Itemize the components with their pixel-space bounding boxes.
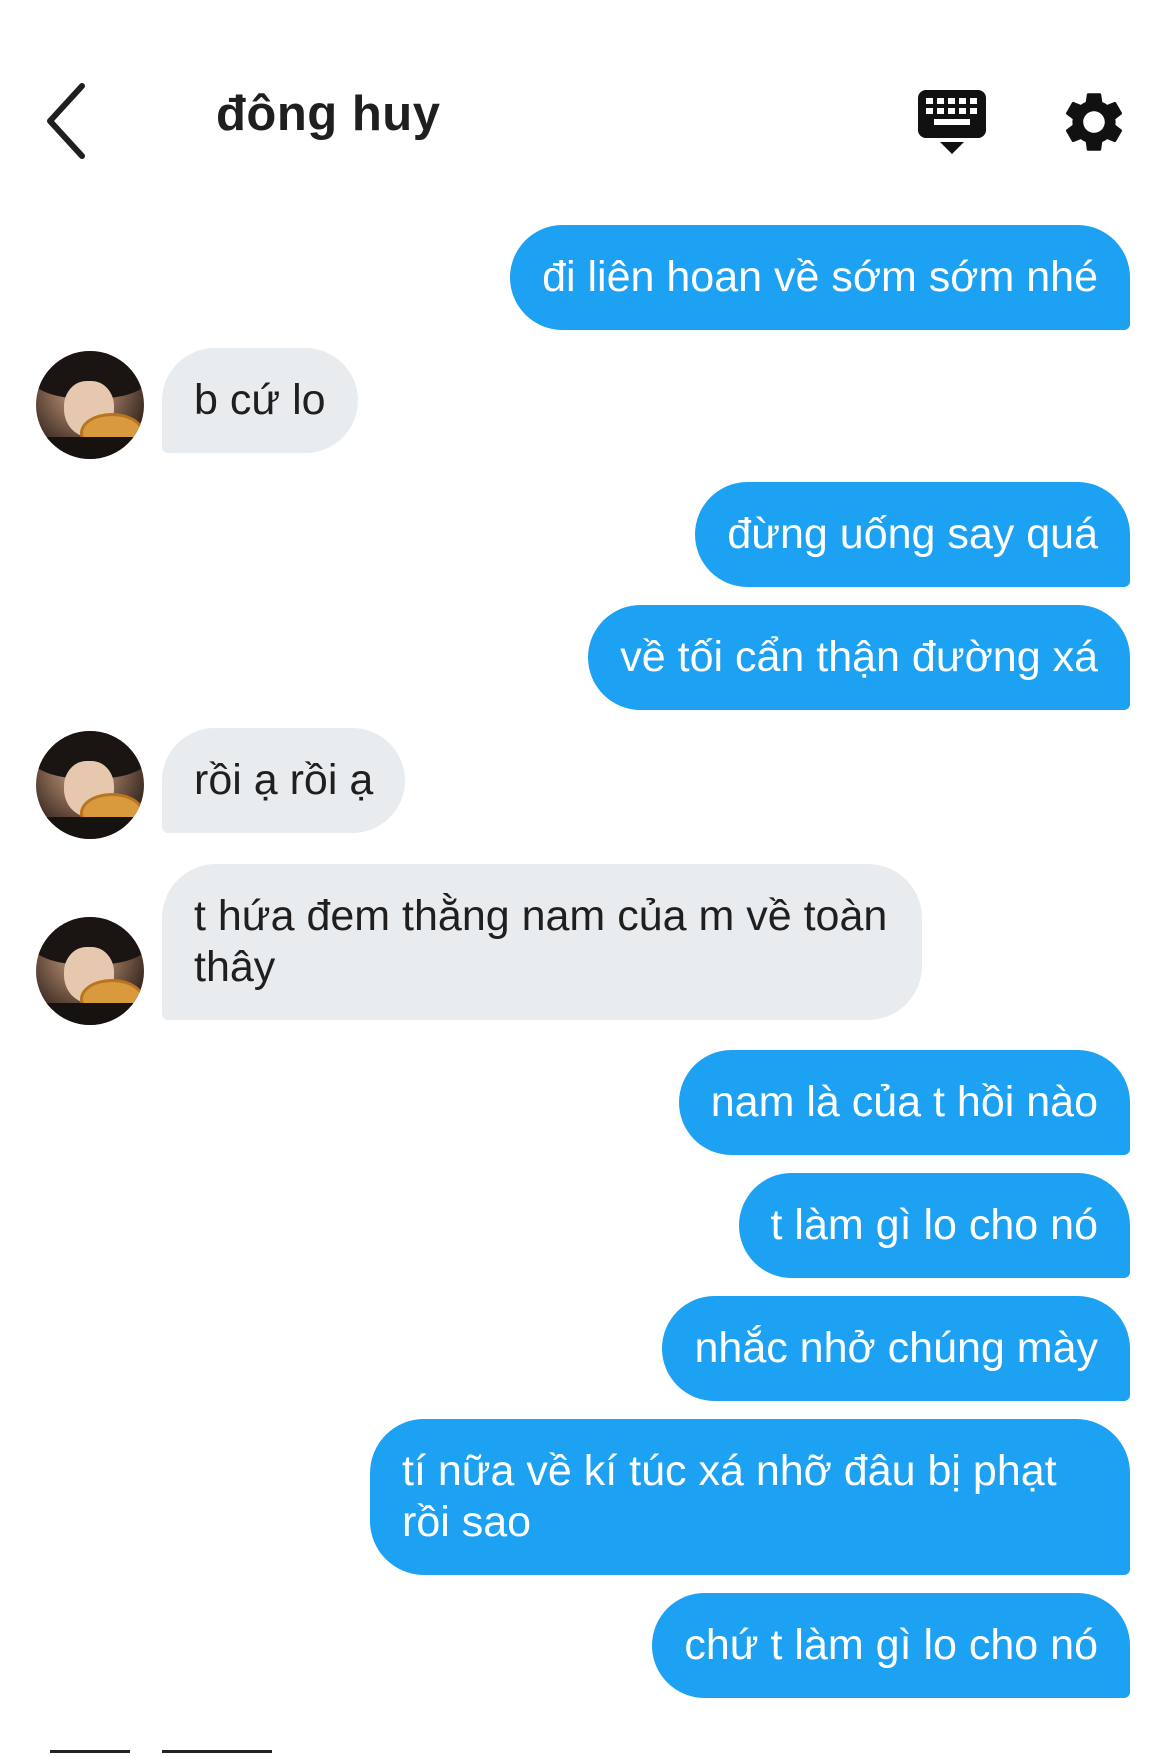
message-bubble-incoming[interactable]: b cứ lo <box>162 348 358 453</box>
message-bubble-outgoing[interactable]: nam là của t hồi nào <box>678 1050 1130 1155</box>
message-list[interactable]: đi liên hoan về sớm sớm nhé b cứ lo đừng… <box>0 0 1170 1756</box>
contact-avatar[interactable] <box>36 351 144 459</box>
message-bubble-outgoing[interactable]: về tối cẩn thận đường xá <box>588 605 1130 710</box>
message-bubble-outgoing[interactable]: đi liên hoan về sớm sớm nhé <box>510 225 1130 330</box>
message-bubble-outgoing[interactable]: đừng uống say quá <box>695 482 1130 587</box>
bottom-divider <box>0 1750 1170 1754</box>
message-bubble-outgoing[interactable]: chứ t làm gì lo cho nó <box>652 1593 1130 1698</box>
message-bubble-incoming[interactable]: t hứa đem thằng nam của m về toàn thây <box>162 864 922 1020</box>
contact-avatar[interactable] <box>36 917 144 1025</box>
message-bubble-outgoing[interactable]: tí nữa về kí túc xá nhỡ đâu bị phạt rồi … <box>370 1419 1130 1575</box>
message-bubble-outgoing[interactable]: nhắc nhở chúng mày <box>662 1296 1130 1401</box>
message-bubble-outgoing[interactable]: t làm gì lo cho nó <box>738 1173 1130 1278</box>
message-bubble-incoming[interactable]: rồi ạ rồi ạ <box>162 728 406 833</box>
contact-avatar[interactable] <box>36 731 144 839</box>
